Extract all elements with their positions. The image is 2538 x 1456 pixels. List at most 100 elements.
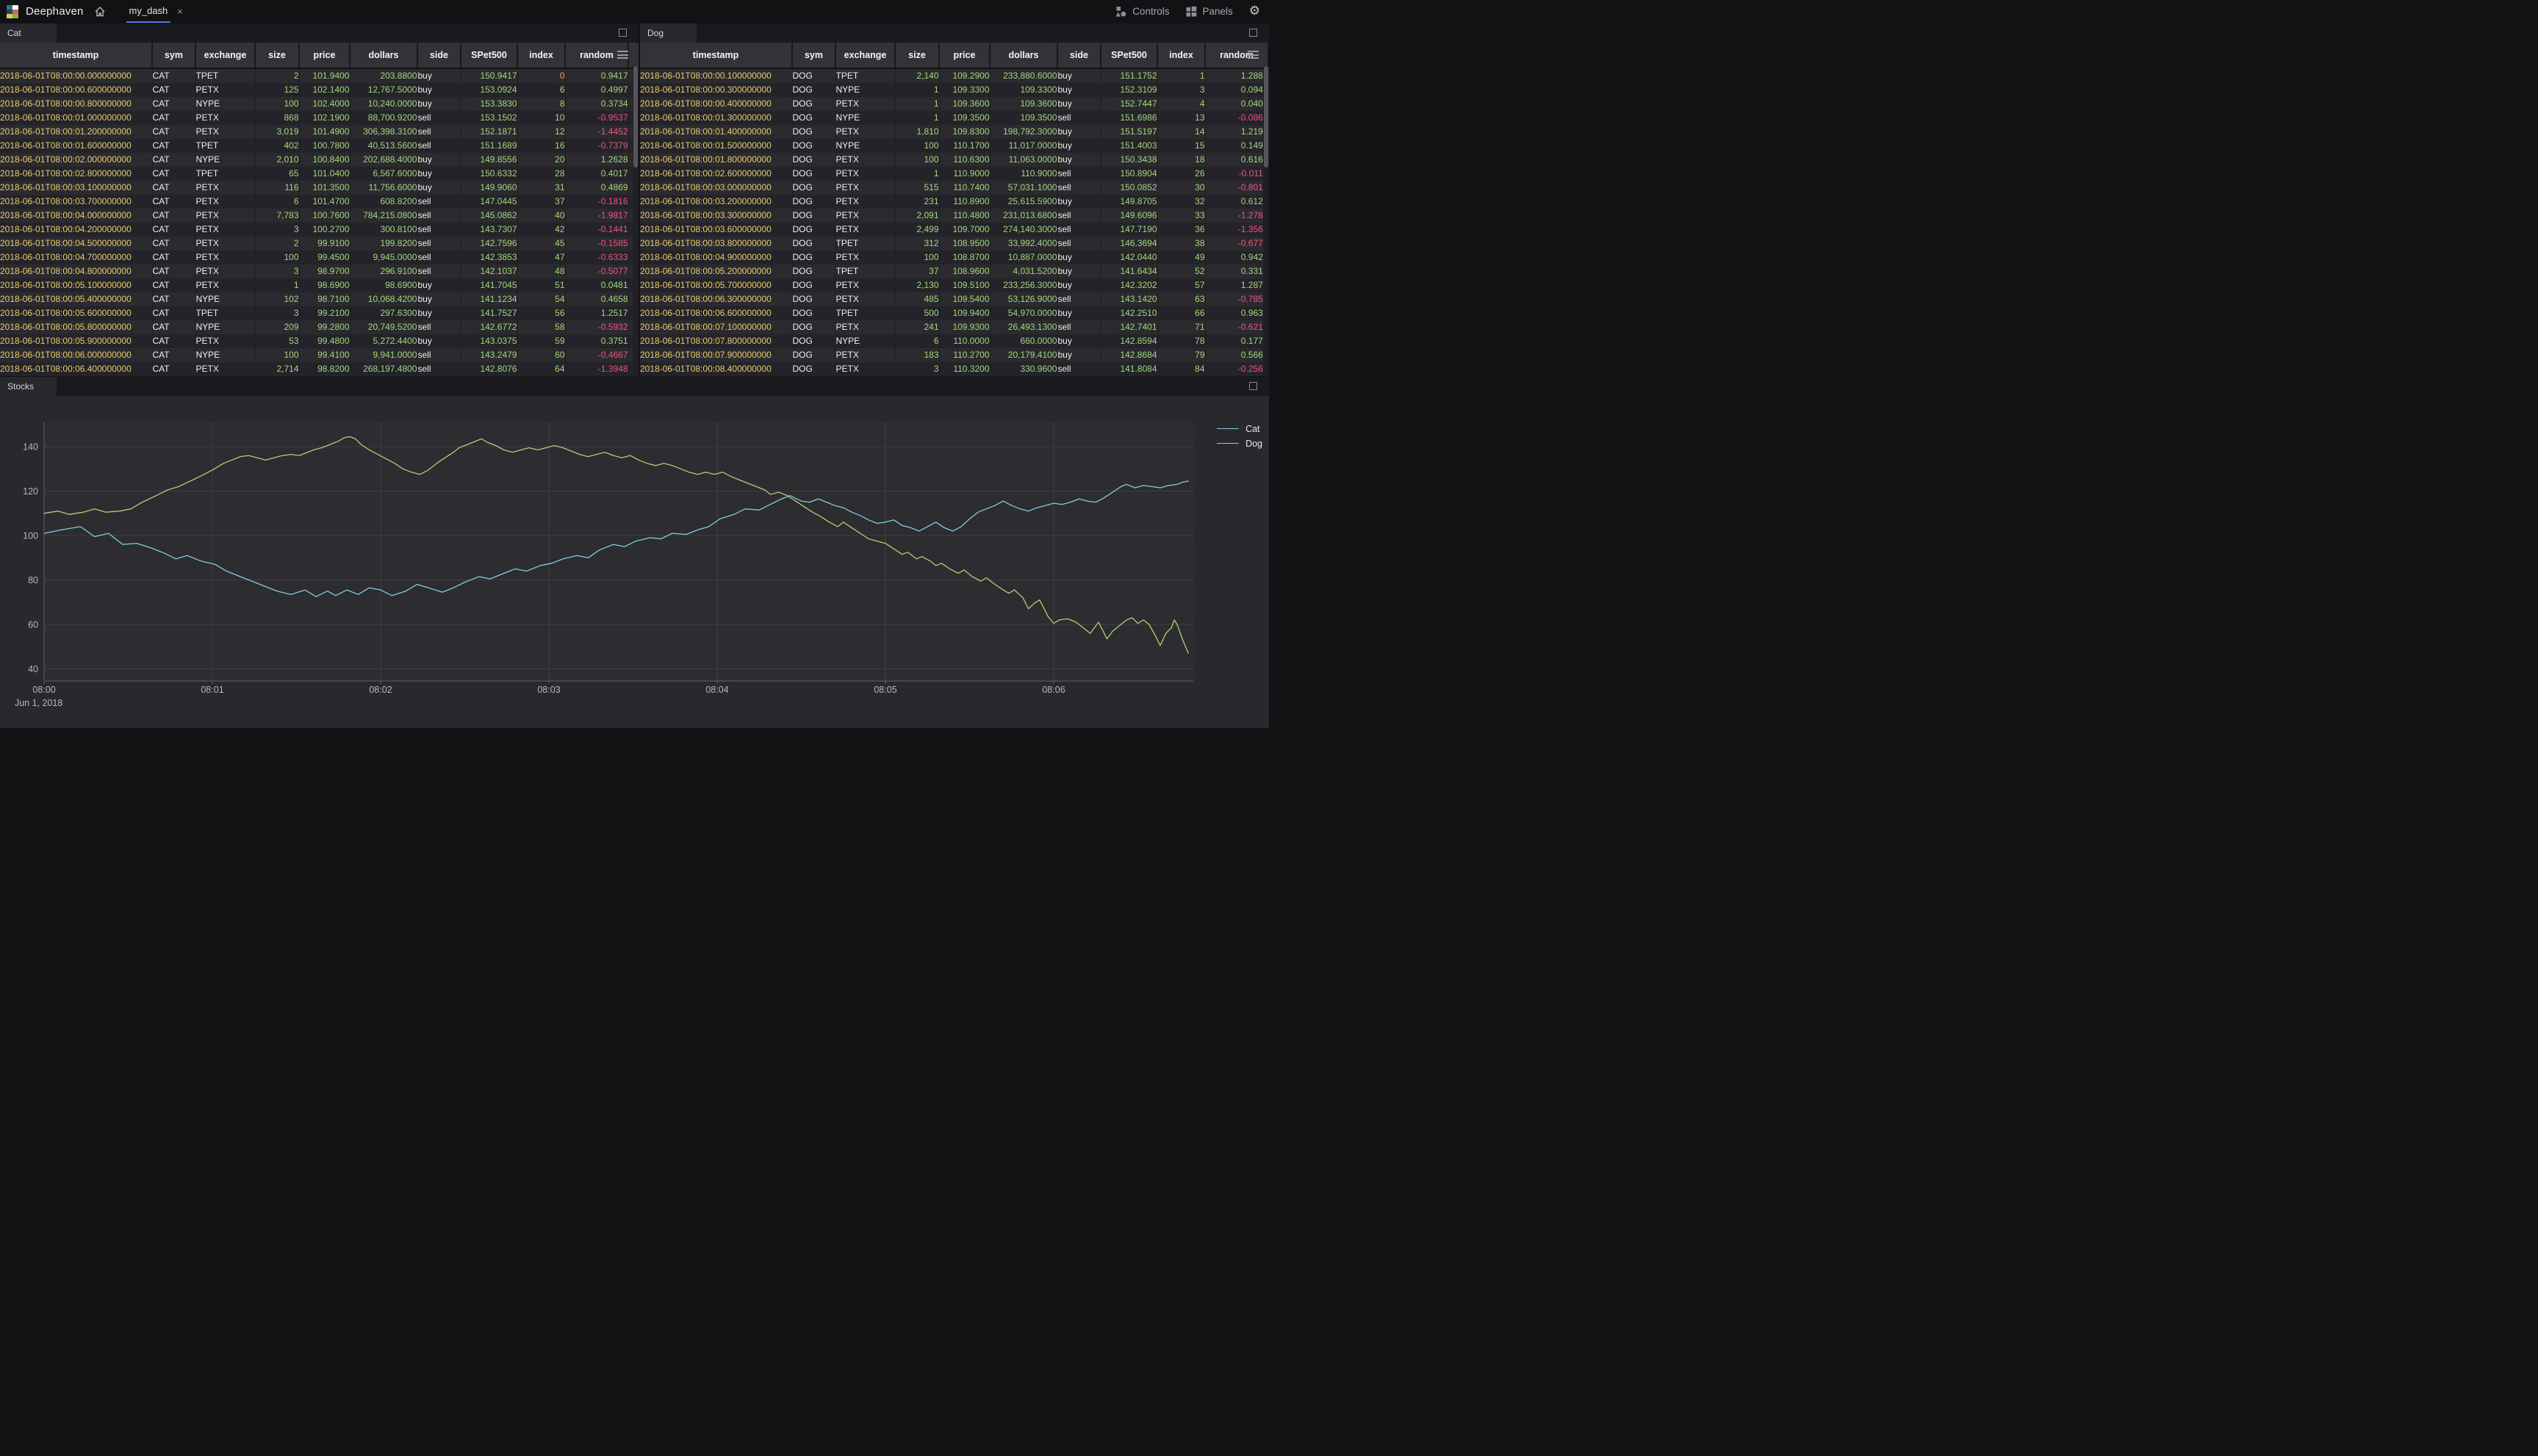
table-row[interactable]: 2018-06-01T08:00:01.400000000DOGPETX1,81… [640, 125, 1269, 139]
table-row[interactable]: 2018-06-01T08:00:05.400000000CATNYPE1029… [0, 292, 639, 306]
table-row[interactable]: 2018-06-01T08:00:00.100000000DOGTPET2,14… [640, 68, 1269, 83]
table-row[interactable]: 2018-06-01T08:00:05.200000000DOGTPET3710… [640, 264, 1269, 278]
table-row[interactable]: 2018-06-01T08:00:08.400000000DOGPETX3110… [640, 362, 1269, 376]
maximize-icon[interactable] [1249, 29, 1257, 37]
column-header-index[interactable]: index [517, 43, 565, 68]
table-row[interactable]: 2018-06-01T08:00:03.300000000DOGPETX2,09… [640, 209, 1269, 223]
dashboard-tab-my-dash[interactable]: my_dash × [126, 0, 183, 23]
cell-sym: DOG [792, 167, 835, 181]
table-row[interactable]: 2018-06-01T08:00:03.800000000DOGTPET3121… [640, 237, 1269, 251]
cell-exchange: PETX [835, 251, 895, 264]
table-row[interactable]: 2018-06-01T08:00:00.400000000DOGPETX1109… [640, 97, 1269, 111]
cell-side: sell [417, 251, 461, 264]
table-row[interactable]: 2018-06-01T08:00:06.300000000DOGPETX4851… [640, 292, 1269, 306]
column-header-random[interactable]: random [1205, 43, 1268, 68]
table-row[interactable]: 2018-06-01T08:00:01.800000000DOGPETX1001… [640, 153, 1269, 167]
table-row[interactable]: 2018-06-01T08:00:03.100000000CATPETX1161… [0, 181, 639, 195]
settings-gear-icon[interactable]: ⚙ [1249, 5, 1260, 18]
home-button[interactable] [94, 6, 106, 18]
tab-dog[interactable]: Dog [640, 24, 697, 43]
legend-item-dog[interactable]: Dog [1217, 437, 1262, 450]
table-row[interactable]: 2018-06-01T08:00:04.800000000CATPETX398.… [0, 264, 639, 278]
table-row[interactable]: 2018-06-01T08:00:02.600000000DOGPETX1110… [640, 167, 1269, 181]
cell-sym: DOG [792, 237, 835, 251]
table-row[interactable]: 2018-06-01T08:00:07.100000000DOGPETX2411… [640, 320, 1269, 334]
column-header-price[interactable]: price [939, 43, 990, 68]
cell-dollars: 306,398.3100 [350, 125, 417, 139]
table-row[interactable]: 2018-06-01T08:00:00.800000000CATNYPE1001… [0, 97, 639, 111]
table-row[interactable]: 2018-06-01T08:00:01.000000000CATPETX8681… [0, 111, 639, 125]
cat-scrollbar[interactable] [633, 66, 639, 376]
table-row[interactable]: 2018-06-01T08:00:07.800000000DOGNYPE6110… [640, 334, 1269, 348]
table-row[interactable]: 2018-06-01T08:00:06.600000000DOGTPET5001… [640, 306, 1269, 320]
tab-cat[interactable]: Cat [0, 24, 57, 43]
tab-stocks[interactable]: Stocks [0, 377, 57, 396]
dog-scrollbar[interactable] [1263, 66, 1269, 376]
column-header-size[interactable]: size [255, 43, 299, 68]
column-header-SPet500[interactable]: SPet500 [461, 43, 517, 68]
scrollbar-thumb[interactable] [1264, 66, 1268, 167]
column-header-size[interactable]: size [895, 43, 939, 68]
table-row[interactable]: 2018-06-01T08:00:01.300000000DOGNYPE1109… [640, 111, 1269, 125]
table-row[interactable]: 2018-06-01T08:00:05.100000000CATPETX198.… [0, 278, 639, 292]
table-menu-icon[interactable] [1248, 51, 1259, 59]
cell-timestamp: 2018-06-01T08:00:01.800000000 [640, 153, 792, 167]
table-row[interactable]: 2018-06-01T08:00:04.200000000CATPETX3100… [0, 223, 639, 237]
table-row[interactable]: 2018-06-01T08:00:01.200000000CATPETX3,01… [0, 125, 639, 139]
column-header-exchange[interactable]: exchange [835, 43, 895, 68]
cell-random: 1.2873 [1205, 278, 1268, 292]
table-row[interactable]: 2018-06-01T08:00:02.800000000CATTPET6510… [0, 167, 639, 181]
table-row[interactable]: 2018-06-01T08:00:07.900000000DOGPETX1831… [640, 348, 1269, 362]
column-header-dollars[interactable]: dollars [990, 43, 1057, 68]
column-header-exchange[interactable]: exchange [195, 43, 255, 68]
column-header-timestamp[interactable]: timestamp [0, 43, 152, 68]
table-row[interactable]: 2018-06-01T08:00:05.700000000DOGPETX2,13… [640, 278, 1269, 292]
cell-size: 100 [895, 153, 939, 167]
table-row[interactable]: 2018-06-01T08:00:02.000000000CATNYPE2,01… [0, 153, 639, 167]
table-row[interactable]: 2018-06-01T08:00:00.300000000DOGNYPE1109… [640, 83, 1269, 97]
column-header-sym[interactable]: sym [792, 43, 835, 68]
column-header-index[interactable]: index [1157, 43, 1205, 68]
table-row[interactable]: 2018-06-01T08:00:04.000000000CATPETX7,78… [0, 209, 639, 223]
column-header-side[interactable]: side [1057, 43, 1101, 68]
cell-size: 183 [895, 348, 939, 362]
table-row[interactable]: 2018-06-01T08:00:05.600000000CATTPET399.… [0, 306, 639, 320]
table-menu-icon[interactable] [617, 51, 628, 59]
cell-timestamp: 2018-06-01T08:00:00.100000000 [640, 68, 792, 83]
table-row[interactable]: 2018-06-01T08:00:06.400000000CATPETX2,71… [0, 362, 639, 376]
column-header-timestamp[interactable]: timestamp [640, 43, 792, 68]
cell-index: 42 [517, 223, 565, 237]
cell-price: 109.9300 [939, 320, 990, 334]
maximize-icon[interactable] [1249, 382, 1257, 390]
table-row[interactable]: 2018-06-01T08:00:00.600000000CATPETX1251… [0, 83, 639, 97]
table-row[interactable]: 2018-06-01T08:00:03.200000000DOGPETX2311… [640, 195, 1269, 209]
close-icon[interactable]: × [177, 6, 183, 17]
table-row[interactable]: 2018-06-01T08:00:04.700000000CATPETX1009… [0, 251, 639, 264]
panels-button[interactable]: Panels [1185, 6, 1232, 18]
table-row[interactable]: 2018-06-01T08:00:06.000000000CATNYPE1009… [0, 348, 639, 362]
table-row[interactable]: 2018-06-01T08:00:03.000000000DOGPETX5151… [640, 181, 1269, 195]
cell-exchange: PETX [835, 153, 895, 167]
table-row[interactable]: 2018-06-01T08:00:05.900000000CATPETX5399… [0, 334, 639, 348]
table-row[interactable]: 2018-06-01T08:00:01.500000000DOGNYPE1001… [640, 139, 1269, 153]
maximize-icon[interactable] [619, 29, 627, 37]
column-header-side[interactable]: side [417, 43, 461, 68]
controls-button[interactable]: Controls [1115, 6, 1169, 18]
table-row[interactable]: 2018-06-01T08:00:04.500000000CATPETX299.… [0, 237, 639, 251]
table-row[interactable]: 2018-06-01T08:00:01.600000000CATTPET4021… [0, 139, 639, 153]
column-header-price[interactable]: price [299, 43, 350, 68]
cat-table-wrap: timestampsymexchangesizepricedollarsside… [0, 43, 639, 376]
table-row[interactable]: 2018-06-01T08:00:05.800000000CATNYPE2099… [0, 320, 639, 334]
table-row[interactable]: 2018-06-01T08:00:03.700000000CATPETX6101… [0, 195, 639, 209]
column-header-SPet500[interactable]: SPet500 [1101, 43, 1157, 68]
legend-item-cat[interactable]: Cat [1217, 422, 1262, 435]
cell-SPet500: 142.7401 [1101, 320, 1157, 334]
table-row[interactable]: 2018-06-01T08:00:03.600000000DOGPETX2,49… [640, 223, 1269, 237]
column-header-dollars[interactable]: dollars [350, 43, 417, 68]
table-row[interactable]: 2018-06-01T08:00:04.900000000DOGPETX1001… [640, 251, 1269, 264]
table-row[interactable]: 2018-06-01T08:00:00.000000000CATTPET2101… [0, 68, 639, 83]
legend-label: Cat [1245, 424, 1259, 434]
scrollbar-thumb[interactable] [633, 66, 638, 167]
column-header-sym[interactable]: sym [152, 43, 195, 68]
cell-timestamp: 2018-06-01T08:00:05.800000000 [0, 320, 152, 334]
